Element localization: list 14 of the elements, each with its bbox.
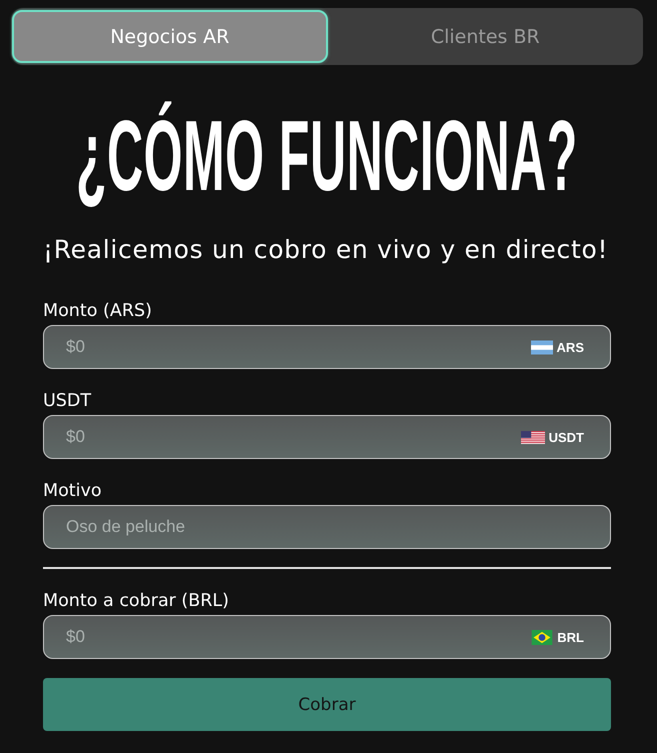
text-field[interactable]: Oso de peluche <box>43 505 611 549</box>
tab[interactable]: Clientes BR <box>328 10 643 63</box>
field-label: Monto a cobrar (BRL) <box>43 590 230 612</box>
currency-code: ARS <box>556 340 584 354</box>
tab[interactable]: Negocios AR <box>12 10 328 63</box>
currency-code: USDT <box>548 430 584 444</box>
field-label: Monto (ARS) <box>43 300 153 322</box>
page-heading: ¿CÓMO FUNCIONA? <box>76 99 578 214</box>
field-label: Motivo <box>43 480 103 502</box>
submit-button[interactable]: Cobrar <box>43 678 611 731</box>
field-label: USDT <box>43 390 92 412</box>
currency-code: BRL <box>557 630 584 644</box>
subheading: ¡Realicemos un cobro en vivo y en directo! <box>43 235 610 265</box>
brazil-flag-icon <box>531 630 554 644</box>
